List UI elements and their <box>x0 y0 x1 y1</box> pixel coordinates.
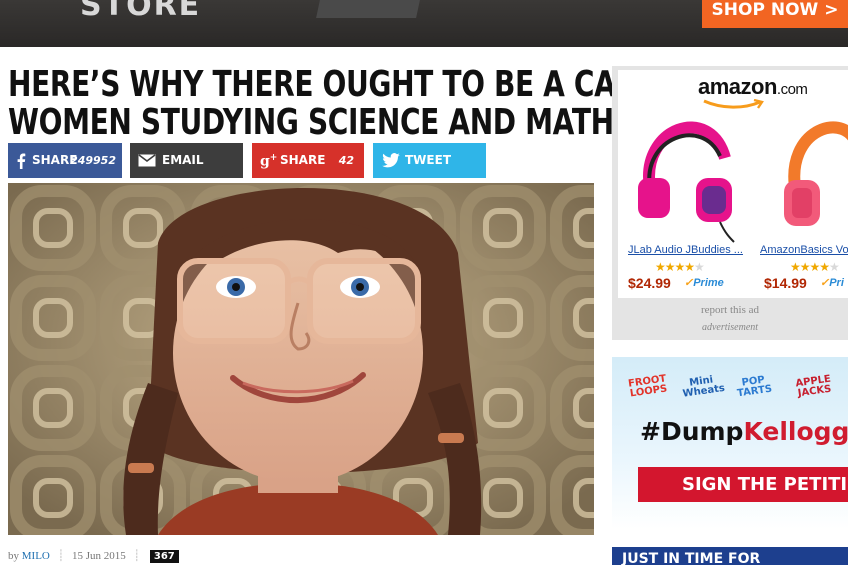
facebook-share-count: 249952 <box>70 154 116 167</box>
product-1-name[interactable]: JLab Audio JBuddies ... <box>628 244 743 256</box>
article-byline: by MILO ┊ 15 Jun 2015 ┊ 367 <box>8 549 179 563</box>
product-2-prime-label: Pri <box>829 277 844 289</box>
cereal-logo-2: Mini Wheats <box>682 374 726 400</box>
amazon-logo: amazon.com <box>698 74 808 109</box>
headphones-product-1-image <box>638 121 735 243</box>
mail-icon <box>138 143 156 178</box>
product-1-price: $24.99 <box>628 275 671 291</box>
google-plus-icon: g+ <box>260 153 278 170</box>
top-banner-ad[interactable]: STORE SHOP NOW > <box>0 0 848 47</box>
headphones-product-2-image <box>784 121 848 226</box>
advertisement-label: advertisement <box>701 322 759 333</box>
dump-kellogg-hashtag: #DumpKellogg <box>640 417 848 446</box>
twitter-share-button[interactable]: TWEET <box>373 143 486 178</box>
byline-by: by <box>8 550 19 562</box>
headline-line-1: HERE’S WHY THERE OUGHT TO BE A CAP ON <box>8 64 692 105</box>
bottom-ad-text: JUST IN TIME FOR <box>622 551 761 565</box>
sign-petition-button[interactable]: SIGN THE PETITION <box>638 467 848 502</box>
email-share-button[interactable]: EMAIL <box>130 143 243 178</box>
prime-check-icon: ✓ <box>820 277 830 289</box>
hashtag-prefix: #Dump <box>640 417 744 446</box>
facebook-share-button[interactable]: SHARE 249952 <box>8 143 122 178</box>
product-1-prime-badge: ✓Prime <box>684 276 724 289</box>
shop-now-button[interactable]: SHOP NOW > <box>702 0 848 28</box>
amazon-logo-suffix: .com <box>776 81 808 98</box>
prime-check-icon: ✓ <box>684 277 694 289</box>
twitter-share-label: TWEET <box>405 153 452 167</box>
product-1-prime-label: Prime <box>693 277 724 289</box>
product-1-rating-stars: ★★★★★ <box>655 260 705 274</box>
cereal-logo-3: POP TARTS <box>736 374 773 400</box>
google-plus-share-count: 42 <box>338 154 354 167</box>
byline-separator: ┊ <box>57 550 65 562</box>
product-2-price: $14.99 <box>764 275 807 291</box>
kellogg-petition-ad[interactable]: FROOT LOOPS Mini Wheats POP TARTS APPLE … <box>612 357 848 529</box>
email-share-label: EMAIL <box>162 153 204 167</box>
hashtag-brand: Kellogg <box>743 417 848 446</box>
article-headline: HERE’S WHY THERE OUGHT TO BE A CAP ON WO… <box>8 66 692 142</box>
article-hero-image <box>8 183 594 535</box>
facebook-icon <box>16 143 26 178</box>
product-2-rating-stars: ★★★★★ <box>790 260 840 274</box>
publish-date: 15 Jun 2015 <box>71 550 126 562</box>
banner-logo: STORE <box>80 0 202 23</box>
amazon-logo-text: amazon <box>698 74 777 99</box>
byline-separator-2: ┊ <box>133 550 141 562</box>
bottom-sidebar-ad[interactable]: JUST IN TIME FOR <box>612 547 848 565</box>
banner-product-image <box>316 0 420 18</box>
google-plus-share-button[interactable]: g+ SHARE 42 <box>252 143 364 178</box>
headline-line-2: WOMEN STUDYING SCIENCE AND MATHS <box>8 102 634 143</box>
product-2-prime-badge: ✓Pri <box>820 276 844 289</box>
cereal-logo-4: APPLE JACKS <box>794 373 833 400</box>
comment-count-badge[interactable]: 367 <box>149 550 179 563</box>
author-link[interactable]: MILO <box>22 550 50 562</box>
twitter-bird-icon <box>381 143 401 178</box>
report-ad-link[interactable]: report this ad <box>612 304 848 316</box>
google-plus-share-label: SHARE <box>280 153 326 167</box>
amazon-ad[interactable]: amazon.com JLab Audio JBuddies ... Amazo… <box>612 66 848 340</box>
amazon-ad-inner: amazon.com JLab Audio JBuddies ... Amazo… <box>618 70 848 298</box>
product-2-name[interactable]: AmazonBasics Vol <box>760 244 848 256</box>
cereal-logo-1: FROOT LOOPS <box>627 373 668 400</box>
